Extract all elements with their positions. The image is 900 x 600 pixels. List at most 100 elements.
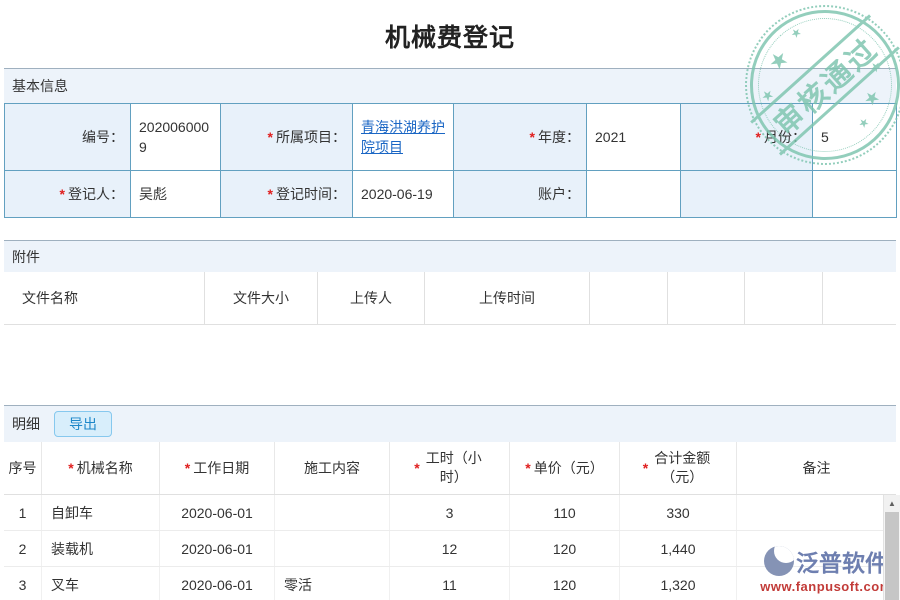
empty-value-cell <box>813 171 897 218</box>
required-mark: * <box>756 129 761 145</box>
registrant-label-cell: *登记人： <box>5 171 131 218</box>
attach-header-uploader: 上传人 <box>318 272 425 324</box>
year-value-cell: 2021 <box>587 104 681 171</box>
row-date: 2020-06-01 <box>160 531 275 566</box>
required-mark: * <box>268 186 273 202</box>
det-header-total: *合计金额（元） <box>620 442 737 494</box>
year-label-cell: *年度： <box>454 104 587 171</box>
row-price: 120 <box>510 567 620 600</box>
number-label-cell: 编号： <box>5 104 131 171</box>
required-mark: * <box>268 129 273 145</box>
section-basic-info: 基本信息 <box>4 68 896 103</box>
row-total: 1,440 <box>620 531 737 566</box>
attachments-header-row: 文件名称 文件大小 上传人 上传时间 <box>4 272 896 325</box>
required-mark: * <box>525 459 530 478</box>
registrant-label: 登记人： <box>68 186 124 202</box>
row-no: 3 <box>4 567 42 600</box>
row-total: 330 <box>620 495 737 530</box>
year-value: 2021 <box>595 129 626 145</box>
page-title: 机械费登记 <box>0 18 900 54</box>
scrollbar-thumb[interactable] <box>885 512 899 600</box>
row-date: 2020-06-01 <box>160 495 275 530</box>
det-header-hours-label: 工时（小时） <box>423 449 485 487</box>
attach-header-upload-time: 上传时间 <box>425 272 590 324</box>
row-hours: 12 <box>390 531 510 566</box>
row-hours: 11 <box>390 567 510 600</box>
vertical-scrollbar[interactable]: ▲ <box>883 495 900 600</box>
required-mark: * <box>414 459 419 478</box>
attachments-section-title: 附件 <box>12 247 40 267</box>
row-remark <box>737 495 896 530</box>
det-header-no: 序号 <box>4 442 42 494</box>
det-header-date-label: 工作日期 <box>193 459 249 478</box>
number-label: 编号： <box>82 129 124 145</box>
month-value-cell: 5 <box>813 104 897 171</box>
required-mark: * <box>643 459 648 478</box>
row-machine: 自卸车 <box>42 495 160 530</box>
section-details: 明细 导出 <box>4 405 896 442</box>
det-header-price-label: 单价（元） <box>534 459 604 478</box>
det-header-content: 施工内容 <box>275 442 390 494</box>
register-time-value: 2020-06-19 <box>361 186 433 202</box>
det-header-hours: *工时（小时） <box>390 442 510 494</box>
row-price: 110 <box>510 495 620 530</box>
attach-header-empty <box>668 272 745 324</box>
attach-header-empty <box>590 272 668 324</box>
row-total: 1,320 <box>620 567 737 600</box>
section-attachments: 附件 <box>4 240 896 272</box>
project-label-cell: *所属项目： <box>221 104 353 171</box>
det-header-total-label: 合计金额（元） <box>651 449 713 487</box>
details-header-row: 序号 *机械名称 *工作日期 施工内容 *工时（小时） *单价（元） *合计金额… <box>4 442 896 495</box>
row-date: 2020-06-01 <box>160 567 275 600</box>
row-price: 120 <box>510 531 620 566</box>
row-machine: 装载机 <box>42 531 160 566</box>
account-value-cell <box>587 171 681 218</box>
vendor-logo: 泛普软件 www.fanpusoft.com <box>760 544 892 594</box>
attach-header-empty <box>823 272 896 324</box>
attach-header-file-name: 文件名称 <box>4 272 205 324</box>
registrant-value: 吴彪 <box>139 186 167 202</box>
export-button[interactable]: 导出 <box>54 411 112 437</box>
det-header-price: *单价（元） <box>510 442 620 494</box>
month-label: 月份： <box>764 129 806 145</box>
vendor-website: www.fanpusoft.com <box>760 579 892 594</box>
empty-label-cell <box>681 171 813 218</box>
vendor-logo-row: 泛普软件 <box>760 544 892 578</box>
fanpu-logo-icon <box>764 546 794 576</box>
required-mark: * <box>530 129 535 145</box>
scrollbar-up-arrow-icon[interactable]: ▲ <box>884 495 900 512</box>
row-no: 1 <box>4 495 42 530</box>
month-label-cell: *月份： <box>681 104 813 171</box>
month-value: 5 <box>821 129 829 145</box>
number-value: 2020060009 <box>139 119 209 155</box>
required-mark: * <box>185 459 190 478</box>
number-value-cell: 2020060009 <box>131 104 221 171</box>
attach-header-empty <box>745 272 823 324</box>
details-section-title: 明细 <box>12 414 40 434</box>
vendor-logo-text: 泛普软件 <box>796 544 888 578</box>
attach-header-file-size: 文件大小 <box>205 272 318 324</box>
det-header-remark: 备注 <box>737 442 896 494</box>
basic-info-section-title: 基本信息 <box>12 76 68 96</box>
project-label: 所属项目： <box>276 129 346 145</box>
row-hours: 3 <box>390 495 510 530</box>
table-row: 1 自卸车 2020-06-01 3 110 330 <box>4 495 896 531</box>
account-label-cell: 账户： <box>454 171 587 218</box>
project-link[interactable]: 青海洪湖养护院项目 <box>361 119 445 155</box>
register-time-label: 登记时间： <box>276 186 346 202</box>
register-time-value-cell: 2020-06-19 <box>353 171 454 218</box>
project-value-cell: 青海洪湖养护院项目 <box>353 104 454 171</box>
row-content <box>275 531 390 566</box>
row-content <box>275 495 390 530</box>
register-time-label-cell: *登记时间： <box>221 171 353 218</box>
det-header-machine-label: 机械名称 <box>77 459 133 478</box>
basic-info-table: 编号： 2020060009 *所属项目： 青海洪湖养护院项目 *年度： 202… <box>4 103 897 218</box>
year-label: 年度： <box>538 129 580 145</box>
registrant-value-cell: 吴彪 <box>131 171 221 218</box>
row-machine: 叉车 <box>42 567 160 600</box>
account-label: 账户： <box>538 186 580 202</box>
machinery-fee-registration-page: 机械费登记 基本信息 编号： 2020060009 *所属项目： 青海洪湖养护院… <box>0 0 900 600</box>
det-header-machine: *机械名称 <box>42 442 160 494</box>
row-content: 零活 <box>275 567 390 600</box>
required-mark: * <box>68 459 73 478</box>
